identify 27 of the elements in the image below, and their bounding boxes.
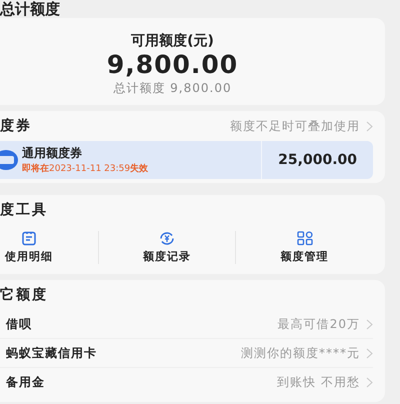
yen-circle-icon	[158, 231, 175, 246]
section-title: 它额度	[0, 286, 48, 304]
chevron-icon	[366, 318, 373, 330]
tool-button[interactable]: 使用明细	[4, 231, 53, 264]
tool-button[interactable]: 额度管理	[280, 231, 329, 264]
available-amount: 9,800.00	[106, 50, 238, 80]
credit-hint: 到账快 不用愁	[277, 374, 360, 390]
coupon-item[interactable]: 通用额度券 即将在2023-11-11 23:59失效 25,000.00	[0, 141, 373, 179]
coupon-expiry: 即将在2023-11-11 23:59失效	[22, 162, 150, 175]
ticket-icon	[0, 150, 18, 170]
coupon-amount: 25,000.00	[261, 141, 373, 179]
credit-name[interactable]: 蚂蚁宝藏信用卡	[0, 344, 97, 362]
chevron-icon	[366, 376, 373, 388]
credit-hint: 最高可借20万	[278, 316, 360, 332]
chevron-icon	[366, 348, 373, 358]
section-title: 度券	[0, 117, 32, 135]
credit-hint: 测测你的额度****元	[241, 344, 360, 362]
chevron-icon	[366, 120, 373, 132]
document-icon	[20, 231, 37, 246]
section-title: 度工具	[0, 201, 48, 219]
grid-icon	[296, 231, 313, 246]
credit-name[interactable]: 借呗	[0, 316, 32, 332]
coupon-name: 通用额度券	[22, 145, 83, 162]
available-label: 可用额度(元)	[131, 32, 214, 50]
credit-name[interactable]: 备用金	[0, 374, 45, 390]
total-amount: 总计额度 9,800.00	[113, 80, 232, 97]
tool-button[interactable]: 额度记录	[142, 231, 191, 264]
